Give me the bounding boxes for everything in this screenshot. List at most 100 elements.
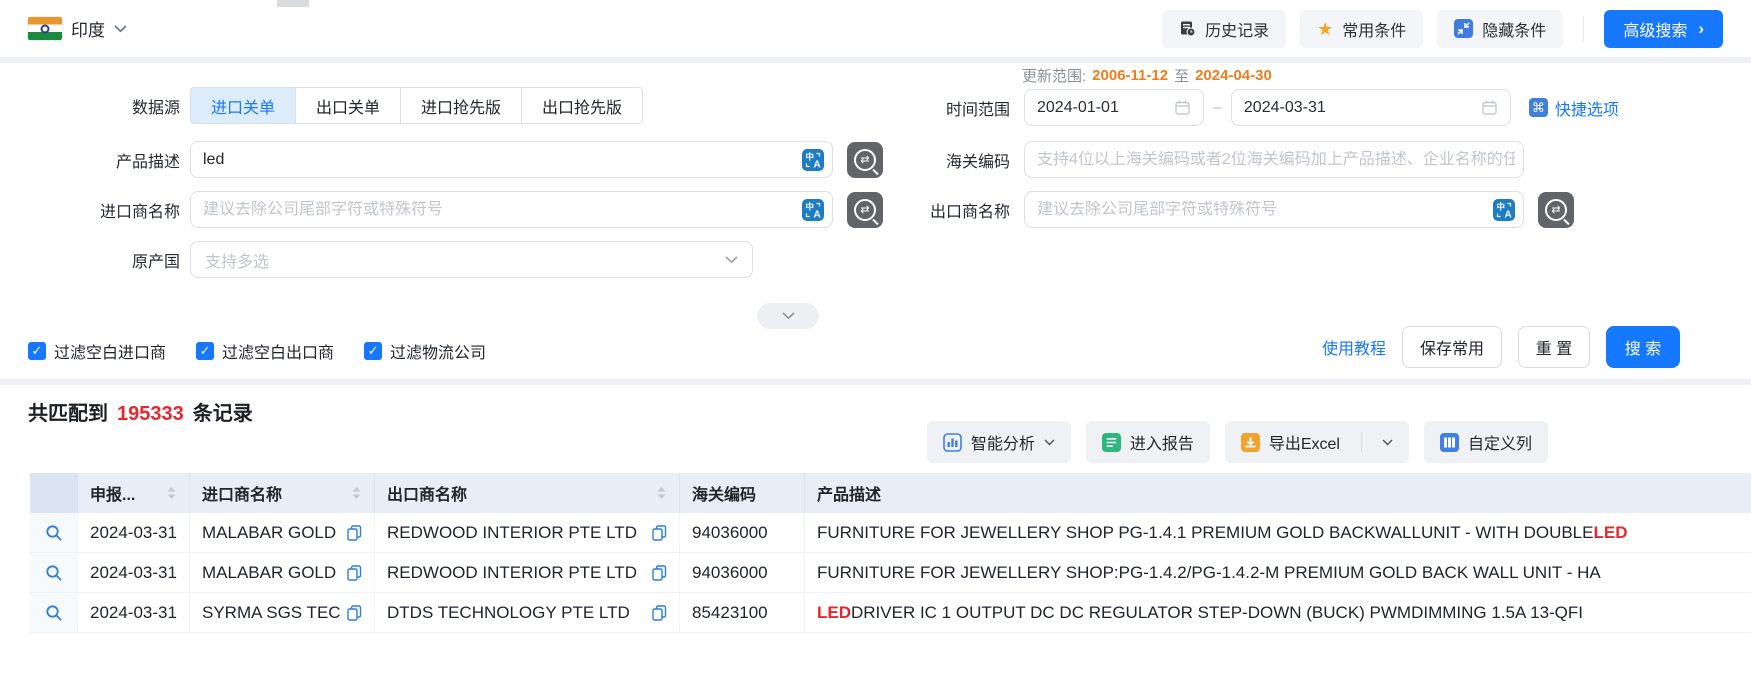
update-range-to: 2024-04-30 xyxy=(1195,67,1272,84)
cell-hs-code: 85423100 xyxy=(692,602,768,622)
hs-code-field xyxy=(1024,141,1524,178)
update-range-to-word: 至 xyxy=(1174,68,1190,85)
results-header: 共匹配到 195333 条记录 智能分析 进入报告 导出Excel 自定义列 xyxy=(0,385,1751,473)
table-body: 2024-03-31 MALABAR GOLD REDWOOD INTERIOR… xyxy=(30,513,1751,633)
favorites-button[interactable]: ★ 常用条件 xyxy=(1300,9,1424,48)
checkbox-checked-icon[interactable]: ✓ xyxy=(28,342,46,360)
chevron-down-icon[interactable] xyxy=(1382,438,1393,446)
data-source-tab[interactable]: 进口抢先版 xyxy=(400,88,522,123)
checkbox-checked-icon[interactable]: ✓ xyxy=(364,342,383,360)
desc-highlight: LED xyxy=(817,602,851,622)
filter-label: 过滤空白出口商 xyxy=(222,345,335,362)
advanced-search-button[interactable]: 高级搜索 › xyxy=(1604,9,1723,48)
copy-icon[interactable] xyxy=(347,564,362,581)
filter-checkbox[interactable]: ✓ 过滤空白进口商 xyxy=(28,339,166,363)
desc-text: FURNITURE FOR JEWELLERY SHOP:PG-1.4.2/PG… xyxy=(817,562,1601,582)
hs-code-input[interactable] xyxy=(1037,150,1515,169)
quick-options-link[interactable]: ⌘ 快捷选项 xyxy=(1528,96,1619,120)
header-detail-column xyxy=(30,473,78,513)
start-date-value: 2024-01-01 xyxy=(1037,98,1119,116)
chevron-down-icon xyxy=(114,24,127,32)
reset-button[interactable]: 重 置 xyxy=(1518,326,1591,368)
copy-icon[interactable] xyxy=(347,604,362,621)
desc-text: DRIVER IC 1 OUTPUT DC DC REGULATOR STEP-… xyxy=(851,602,1584,622)
filter-checkbox[interactable]: ✓ 过滤空白出口商 xyxy=(196,339,334,363)
export-icon xyxy=(1240,432,1260,452)
data-source-tab[interactable]: 进口关单 xyxy=(191,88,296,123)
data-source-tabs: 进口关单 出口关单 进口抢先版 出口抢先版 xyxy=(190,87,644,124)
cell-importer: SYRMA SGS TECH xyxy=(202,602,341,622)
desc-highlight: LED xyxy=(1593,522,1628,542)
quick-options-label: 快捷选项 xyxy=(1554,101,1619,119)
tutorial-link[interactable]: 使用教程 xyxy=(1322,335,1386,359)
top-notch xyxy=(277,0,309,7)
arrow-right-icon: › xyxy=(1698,18,1704,38)
origin-country-placeholder: 支持多选 xyxy=(205,253,270,271)
chevron-down-icon xyxy=(725,255,738,263)
report-icon xyxy=(1101,432,1121,452)
exclude-exporter-button[interactable]: ⇄ xyxy=(1538,191,1574,228)
header-importer[interactable]: 进口商名称 xyxy=(190,473,375,513)
origin-country-select[interactable]: 支持多选 xyxy=(190,241,753,278)
hs-code-label: 海关编码 xyxy=(945,153,1010,171)
collapse-form-button[interactable] xyxy=(757,303,819,329)
filter-label: 过滤物流公司 xyxy=(390,345,487,362)
row-detail-cell[interactable] xyxy=(30,553,78,592)
importer-field: 中 A xyxy=(190,191,833,228)
customize-columns-button[interactable]: 自定义列 xyxy=(1423,421,1548,463)
header-exporter[interactable]: 出口商名称 xyxy=(375,473,680,513)
smart-analysis-label: 智能分析 xyxy=(970,436,1035,453)
data-source-tab[interactable]: 出口关单 xyxy=(295,88,401,123)
importer-input[interactable] xyxy=(203,200,794,219)
desc-text: FURNITURE FOR JEWELLERY SHOP PG-1.4.1 PR… xyxy=(817,522,1594,542)
enter-report-button[interactable]: 进入报告 xyxy=(1085,421,1210,463)
table-row: 2024-03-31 MALABAR GOLD REDWOOD INTERIOR… xyxy=(30,513,1751,553)
search-button[interactable]: 搜 索 xyxy=(1606,326,1681,368)
sort-icon[interactable] xyxy=(351,486,362,500)
country-selector[interactable]: 印度 xyxy=(28,16,127,41)
smart-analysis-button[interactable]: 智能分析 xyxy=(926,421,1071,463)
table-row: 2024-03-31 SYRMA SGS TECH DTDS TECHNOLOG… xyxy=(30,593,1751,633)
data-source-tab[interactable]: 出口抢先版 xyxy=(521,88,643,123)
copy-icon[interactable] xyxy=(652,564,667,581)
translate-icon[interactable]: 中 A xyxy=(1493,198,1515,221)
checkbox-checked-icon[interactable]: ✓ xyxy=(196,342,215,360)
match-count: 共匹配到 195333 条记录 xyxy=(28,397,253,426)
calendar-icon xyxy=(1175,100,1190,115)
row-detail-cell[interactable] xyxy=(30,513,78,552)
magnifier-icon[interactable] xyxy=(45,564,63,582)
divider xyxy=(1360,432,1362,452)
copy-icon[interactable] xyxy=(652,604,667,621)
country-label: 印度 xyxy=(71,21,105,40)
form-actions: 使用教程 保存常用 重 置 搜 索 xyxy=(1322,326,1681,368)
row-detail-cell[interactable] xyxy=(30,593,78,632)
advanced-search-label: 高级搜索 xyxy=(1623,22,1688,40)
header-label: 海关编码 xyxy=(692,487,757,504)
start-date-input[interactable]: 2024-01-01 xyxy=(1024,89,1204,126)
exporter-input[interactable] xyxy=(1037,200,1485,219)
save-common-button[interactable]: 保存常用 xyxy=(1402,326,1503,368)
product-desc-input[interactable] xyxy=(203,150,794,169)
sort-icon[interactable] xyxy=(166,486,177,500)
copy-icon[interactable] xyxy=(652,524,667,541)
magnifier-icon[interactable] xyxy=(45,524,63,542)
cell-date: 2024-03-31 xyxy=(90,602,177,622)
filter-checkbox[interactable]: ✓ 过滤物流公司 xyxy=(364,339,486,363)
sort-icon[interactable] xyxy=(656,486,667,500)
end-date-input[interactable]: 2024-03-31 xyxy=(1230,89,1511,126)
count-suffix: 条记录 xyxy=(192,403,253,425)
hide-conditions-button[interactable]: 隐藏条件 xyxy=(1437,9,1564,48)
collapse-icon xyxy=(1454,19,1474,38)
chevron-down-icon xyxy=(1044,438,1055,445)
header-declare-date[interactable]: 申报... xyxy=(78,473,190,513)
swap-search-icon: ⇄ xyxy=(1545,198,1567,221)
cell-importer: MALABAR GOLD xyxy=(202,562,337,582)
search-form: 更新范围: 2006-11-12 至 2024-04-30 数据源 进口关单 出口… xyxy=(0,63,1751,379)
magnifier-icon[interactable] xyxy=(45,604,63,622)
copy-icon[interactable] xyxy=(347,524,362,541)
results-section: 共匹配到 195333 条记录 智能分析 进入报告 导出Excel 自定义列 申… xyxy=(0,385,1751,633)
export-excel-button[interactable]: 导出Excel xyxy=(1224,421,1409,463)
history-button[interactable]: 历史记录 xyxy=(1162,9,1287,48)
india-flag-icon xyxy=(28,17,62,40)
product-desc-label: 产品描述 xyxy=(115,153,180,171)
